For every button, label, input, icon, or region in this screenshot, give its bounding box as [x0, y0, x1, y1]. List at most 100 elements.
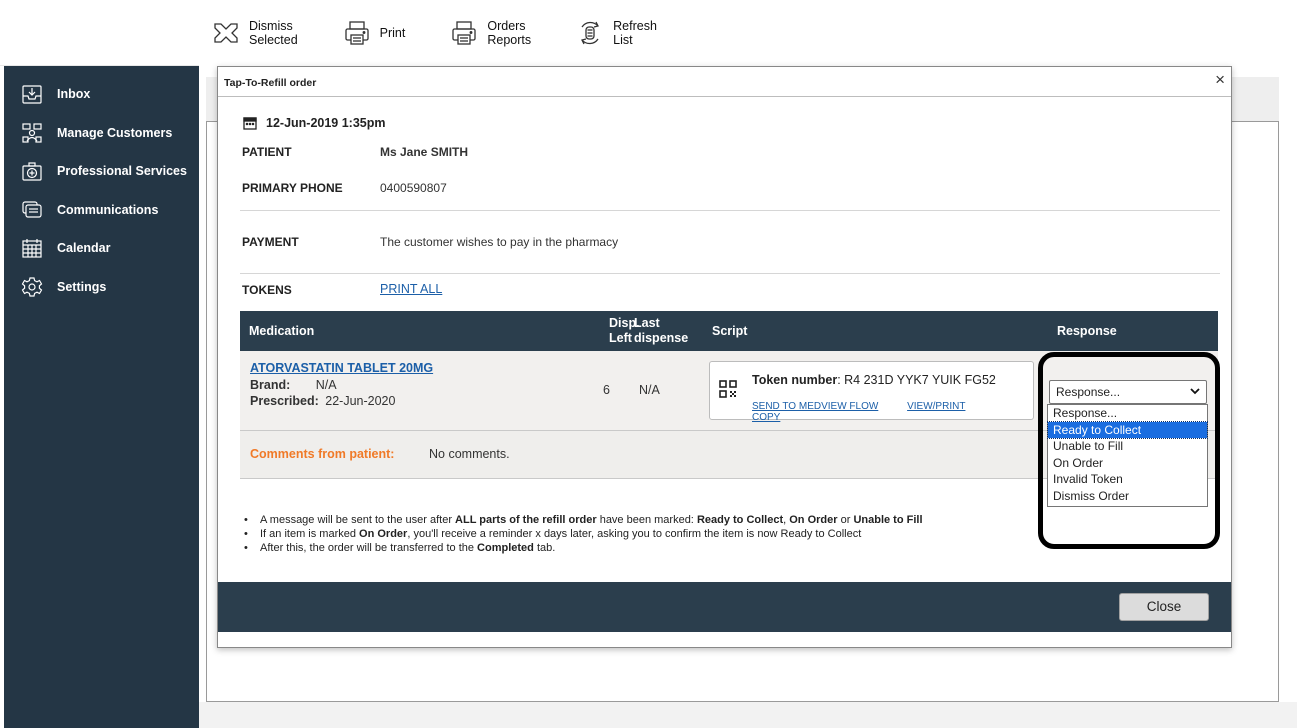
- highlight-annotation: [1038, 352, 1220, 549]
- brand-label: Brand:: [250, 378, 291, 392]
- sidebar-item-calendar[interactable]: Calendar: [4, 229, 199, 268]
- table-header: Medication Disp. Left Last dispense Script…: [240, 311, 1218, 351]
- tap-to-refill-modal: Tap-To-Refill order × 12-Jun-2019 1:35pm…: [217, 66, 1232, 648]
- close-button[interactable]: Close: [1119, 593, 1209, 621]
- qr-code-icon: [719, 380, 737, 398]
- note-text: On Order: [359, 528, 408, 540]
- modal-footer: Close: [218, 582, 1231, 632]
- dismiss-label-1: Dismiss: [249, 19, 293, 33]
- gear-icon: [21, 276, 43, 298]
- print-all-link[interactable]: PRINT ALL: [380, 282, 442, 296]
- close-icon[interactable]: ×: [1215, 70, 1225, 90]
- print-button[interactable]: Print: [342, 18, 405, 48]
- note-text: have been marked:: [596, 514, 697, 526]
- brand-line: Brand: N/A: [250, 378, 337, 392]
- note-text: ALL parts of the refill order: [455, 514, 597, 526]
- inbox-icon: [21, 83, 43, 105]
- disp-left-header-2: Left: [609, 331, 632, 345]
- view-print-link[interactable]: VIEW/PRINT: [907, 401, 965, 412]
- medical-kit-icon: [21, 160, 43, 182]
- orders-label-2: Reports: [487, 33, 532, 47]
- note-text: tab.: [533, 542, 556, 554]
- sidebar-item-label: Inbox: [57, 87, 91, 102]
- disp-left-value: 6: [603, 383, 610, 397]
- note-item: After this, the order will be transferre…: [244, 541, 923, 555]
- sidebar-item-professional-services[interactable]: Professional Services: [4, 152, 199, 191]
- order-date: 12-Jun-2019 1:35pm: [243, 116, 386, 130]
- dismiss-selected-button[interactable]: Dismiss Selected: [211, 18, 298, 48]
- note-text: , you'll receive a reminder x days later…: [407, 528, 862, 540]
- note-text: Completed: [477, 542, 534, 554]
- patient-value: Ms Jane SMITH: [380, 145, 469, 159]
- sidebar-item-label: Professional Services: [57, 164, 187, 179]
- sidebar-item-label: Calendar: [57, 241, 111, 256]
- prescribed-label: Prescribed:: [250, 394, 319, 408]
- note-text: or: [837, 514, 854, 526]
- printer-icon: [449, 18, 479, 48]
- note-text: If an item is marked: [260, 528, 360, 540]
- primary-phone-value: 0400590807: [380, 181, 447, 195]
- comments-value: No comments.: [429, 447, 510, 461]
- dismiss-icon: [211, 18, 241, 48]
- token-number-label: Token number: [752, 373, 838, 387]
- sidebar-item-manage-customers[interactable]: Manage Customers: [4, 114, 199, 153]
- sidebar: Inbox Manage Customers Professional Serv…: [4, 66, 199, 728]
- customers-icon: [21, 122, 43, 144]
- sidebar-item-communications[interactable]: Communications: [4, 191, 199, 230]
- note-text: A message will be sent to the user after: [260, 514, 456, 526]
- modal-title: Tap-To-Refill order: [224, 77, 317, 89]
- sidebar-item-settings[interactable]: Settings: [4, 268, 199, 307]
- send-to-medview-link[interactable]: SEND TO MEDVIEW FLOW: [752, 401, 878, 412]
- orders-label-1: Orders: [487, 19, 526, 33]
- messages-icon: [21, 199, 43, 221]
- prescribed-value: 22-Jun-2020: [325, 394, 396, 408]
- tokens-label: TOKENS: [242, 283, 292, 297]
- token-links: SEND TO MEDVIEW FLOW VIEW/PRINT COPY: [752, 401, 1033, 423]
- payment-value: The customer wishes to pay in the pharma…: [380, 235, 619, 249]
- note-text: Ready to Collect: [696, 514, 784, 526]
- payment-label: PAYMENT: [242, 235, 299, 249]
- logo-area: [0, 0, 199, 66]
- sidebar-item-inbox[interactable]: Inbox: [4, 75, 199, 114]
- token-number: Token number: R4 231D YYK7 YUIK FG52: [752, 373, 996, 387]
- refresh-label-1: Refresh: [613, 19, 657, 33]
- note-item: A message will be sent to the user after…: [244, 513, 923, 527]
- divider: [240, 273, 1220, 274]
- printer-icon: [342, 18, 372, 48]
- sidebar-item-label: Communications: [57, 202, 159, 217]
- script-header: Script: [712, 324, 748, 338]
- sidebar-item-label: Settings: [57, 279, 107, 294]
- refresh-list-button[interactable]: Refresh List: [575, 18, 657, 48]
- dismiss-label-2: Selected: [249, 33, 298, 47]
- divider: [240, 210, 1220, 211]
- notes-list: A message will be sent to the user after…: [244, 513, 923, 555]
- calendar-icon: [21, 237, 43, 259]
- medication-header: Medication: [249, 324, 315, 338]
- note-text: Unable to Fill: [853, 514, 923, 526]
- last-dispense-header-2: dispense: [634, 331, 689, 345]
- note-item: If an item is marked On Order, you'll re…: [244, 527, 923, 541]
- brand-value: N/A: [315, 378, 337, 392]
- refresh-icon: [575, 18, 605, 48]
- background-bottom-strip: [199, 702, 1297, 728]
- note-text: After this, the order will be transferre…: [260, 542, 478, 554]
- divider: [218, 96, 1231, 97]
- response-header: Response: [1057, 324, 1117, 338]
- toolbar: Dismiss Selected Print Orders Reports Refr…: [205, 0, 1297, 66]
- sidebar-item-label: Manage Customers: [57, 125, 173, 140]
- note-text: On Order: [789, 514, 838, 526]
- medication-name-link[interactable]: ATORVASTATIN TABLET 20MG: [250, 361, 433, 375]
- token-card: Token number: R4 231D YYK7 YUIK FG52 SEN…: [709, 361, 1034, 423]
- patient-label: PATIENT: [242, 145, 292, 159]
- prescribed-line: Prescribed: 22-Jun-2020: [250, 394, 395, 408]
- refresh-label-2: List: [613, 33, 633, 47]
- token-number-value: : R4 231D YYK7 YUIK FG52: [837, 373, 996, 387]
- copy-link[interactable]: COPY: [752, 412, 780, 423]
- disp-left-header: Disp. Left: [577, 316, 640, 345]
- orders-reports-button[interactable]: Orders Reports: [449, 18, 531, 48]
- calendar-icon: [243, 117, 257, 130]
- order-date-text: 12-Jun-2019 1:35pm: [266, 116, 386, 130]
- last-dispense-value: N/A: [639, 383, 660, 397]
- comments-label: Comments from patient:: [250, 447, 395, 461]
- primary-phone-label: PRIMARY PHONE: [242, 181, 343, 195]
